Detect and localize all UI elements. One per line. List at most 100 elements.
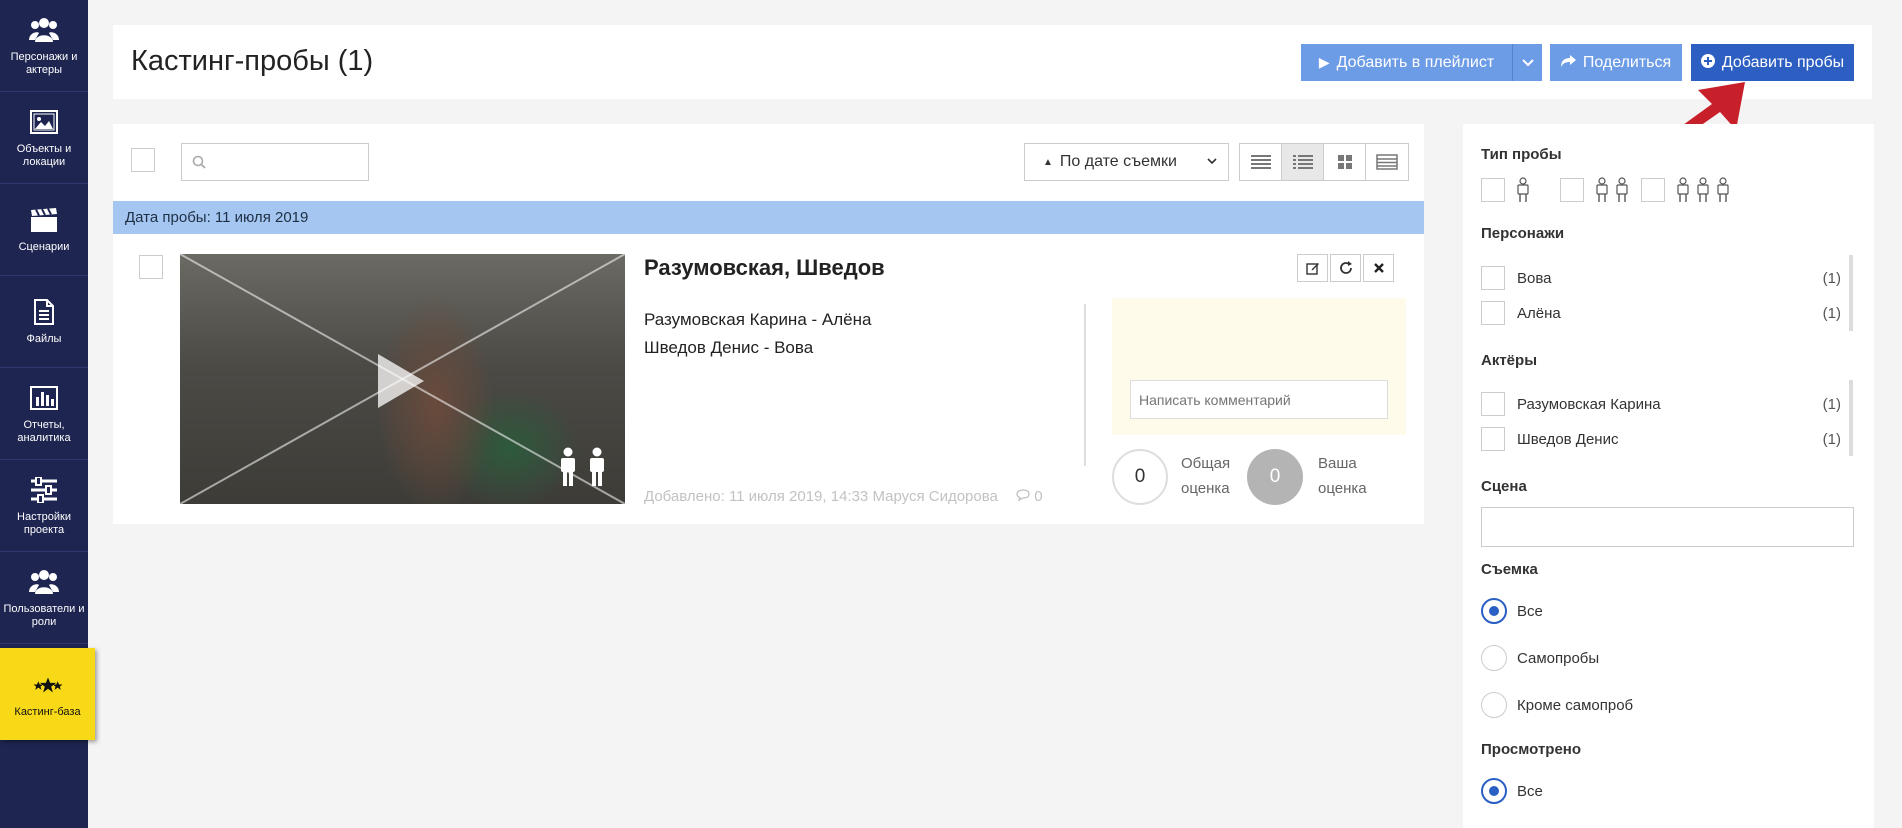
cast-line: Разумовская Карина - Алёна xyxy=(644,310,872,329)
date-group-header: Дата пробы: 11 июля 2019 xyxy=(113,201,1424,234)
sidebar-item-scripts[interactable]: Сценарии xyxy=(0,184,88,276)
filter-viewed-title: Просмотрено xyxy=(1481,741,1582,758)
view-grid-button[interactable] xyxy=(1324,144,1366,180)
type-single-checkbox[interactable] xyxy=(1481,178,1505,202)
sidebar-item-files[interactable]: Файлы xyxy=(0,276,88,368)
sliders-icon xyxy=(29,475,59,505)
actors-scrollbar[interactable] xyxy=(1849,380,1853,456)
add-tests-label: Добавить пробы xyxy=(1721,53,1845,71)
detailed-list-icon xyxy=(1292,155,1313,169)
sidebar-item-label: Отчеты, аналитика xyxy=(17,418,71,444)
radio-button[interactable] xyxy=(1481,598,1507,624)
sidebar-item-objects[interactable]: Объекты и локации xyxy=(0,92,88,184)
list-icon xyxy=(1250,155,1271,169)
refresh-button[interactable] xyxy=(1330,254,1361,282)
checkbox[interactable] xyxy=(1481,301,1505,325)
checkbox[interactable] xyxy=(1481,392,1505,416)
scene-input[interactable] xyxy=(1481,507,1854,547)
your-score-label: Ваша оценка xyxy=(1318,455,1367,497)
filter-character-item[interactable]: Вова (1) xyxy=(1481,266,1841,290)
type-group-option[interactable] xyxy=(1641,177,1733,202)
sidebar-item-reports[interactable]: Отчеты, аналитика xyxy=(0,368,88,460)
video-thumbnail[interactable] xyxy=(180,254,625,504)
main-panel: ▲ По дате съемки Дата пробы: 11 июля 201… xyxy=(113,124,1424,524)
chevron-down-icon xyxy=(1206,154,1218,173)
sidebar-item-characters[interactable]: Персонажи и актеры xyxy=(0,0,88,92)
sort-select[interactable]: ▲ По дате съемки xyxy=(1024,143,1229,181)
sidebar-item-label: Настройки проекта xyxy=(17,510,71,536)
filter-characters-title: Персонажи xyxy=(1481,225,1565,242)
view-list-button[interactable] xyxy=(1240,144,1282,180)
checkbox[interactable] xyxy=(1481,266,1505,290)
share-icon xyxy=(1560,54,1576,71)
type-single-option[interactable] xyxy=(1481,177,1533,202)
sidebar-item-users[interactable]: Пользователи и роли xyxy=(0,552,88,644)
sort-up-icon: ▲ xyxy=(1043,156,1053,168)
one-person-icon xyxy=(1517,177,1529,202)
filter-type-title: Тип пробы xyxy=(1481,146,1562,163)
characters-scrollbar[interactable] xyxy=(1849,255,1853,331)
sidebar-item-label: Файлы xyxy=(26,333,62,345)
delete-button[interactable] xyxy=(1363,254,1394,282)
two-people-icon xyxy=(1596,177,1628,202)
stars-icon xyxy=(33,670,63,700)
type-pair-checkbox[interactable] xyxy=(1560,178,1584,202)
search-icon xyxy=(192,155,206,174)
radio-button[interactable] xyxy=(1481,692,1507,718)
edit-icon xyxy=(1305,263,1319,275)
viewed-option-all[interactable]: Все xyxy=(1481,778,1543,804)
sidebar-item-label: Объекты и локации xyxy=(16,142,72,168)
filter-actor-item[interactable]: Шведов Денис (1) xyxy=(1481,427,1841,451)
checkbox[interactable] xyxy=(1481,427,1505,451)
file-icon xyxy=(29,297,59,327)
grid-icon xyxy=(1337,155,1352,169)
add-tests-button[interactable]: Добавить пробы xyxy=(1691,44,1854,81)
add-to-playlist-button[interactable]: ▶ Добавить в плейлист xyxy=(1301,44,1512,81)
table-icon xyxy=(1376,154,1398,170)
sidebar: Персонажи и актеры Объекты и локации Сце… xyxy=(0,0,95,828)
view-mode-switcher xyxy=(1239,143,1409,181)
test-title[interactable]: Разумовская, Шведов xyxy=(644,255,885,281)
added-date: Добавлено: 11 июля 2019, 14:33 xyxy=(644,488,869,505)
page-header: Кастинг-пробы (1) ▶ Добавить в плейлист … xyxy=(113,25,1872,99)
item-checkbox[interactable] xyxy=(139,255,163,279)
added-info: Добавлено: 11 июля 2019, 14:33 Маруся Си… xyxy=(644,488,1043,505)
clapperboard-icon xyxy=(29,205,59,235)
your-score[interactable]: 0 xyxy=(1247,449,1303,505)
shoot-option-self[interactable]: Самопробы xyxy=(1481,645,1599,671)
users-icon xyxy=(29,567,59,597)
filter-actor-item[interactable]: Разумовская Карина (1) xyxy=(1481,392,1841,416)
view-detailed-list-button[interactable] xyxy=(1282,144,1324,180)
share-label: Поделиться xyxy=(1582,53,1672,71)
edit-button[interactable] xyxy=(1297,254,1328,282)
image-icon xyxy=(29,107,59,137)
filter-actors-title: Актёры xyxy=(1481,352,1538,369)
comment-input[interactable] xyxy=(1130,380,1388,419)
view-table-button[interactable] xyxy=(1366,144,1408,180)
play-icon: ▶ xyxy=(1318,54,1330,70)
sidebar-item-label: Пользователи и роли xyxy=(3,602,85,628)
bar-chart-icon xyxy=(29,383,59,413)
share-button[interactable]: Поделиться xyxy=(1550,44,1682,81)
type-pair-option[interactable] xyxy=(1560,177,1632,202)
sidebar-item-label: Сценарии xyxy=(18,241,70,253)
select-all-checkbox[interactable] xyxy=(131,148,155,172)
radio-button[interactable] xyxy=(1481,778,1507,804)
shoot-option-except-self[interactable]: Кроме самопроб xyxy=(1481,692,1633,718)
total-score-label: Общая оценка xyxy=(1181,455,1231,497)
sidebar-item-settings[interactable]: Настройки проекта xyxy=(0,460,88,552)
sidebar-item-label: Кастинг-база xyxy=(14,705,81,718)
search-input[interactable] xyxy=(181,143,369,181)
filter-character-item[interactable]: Алёна (1) xyxy=(1481,301,1841,325)
shoot-option-all[interactable]: Все xyxy=(1481,598,1543,624)
total-score: 0 xyxy=(1112,449,1168,505)
filter-shoot-title: Съемка xyxy=(1481,561,1538,578)
playlist-dropdown-button[interactable] xyxy=(1512,44,1542,81)
comment-icon xyxy=(1016,489,1030,502)
sidebar-item-casting[interactable]: Кастинг-база xyxy=(0,648,95,740)
three-people-icon xyxy=(1677,177,1729,202)
type-group-checkbox[interactable] xyxy=(1641,178,1665,202)
radio-button[interactable] xyxy=(1481,645,1507,671)
refresh-icon xyxy=(1339,261,1352,274)
comments-count[interactable]: 0 xyxy=(1016,488,1043,505)
